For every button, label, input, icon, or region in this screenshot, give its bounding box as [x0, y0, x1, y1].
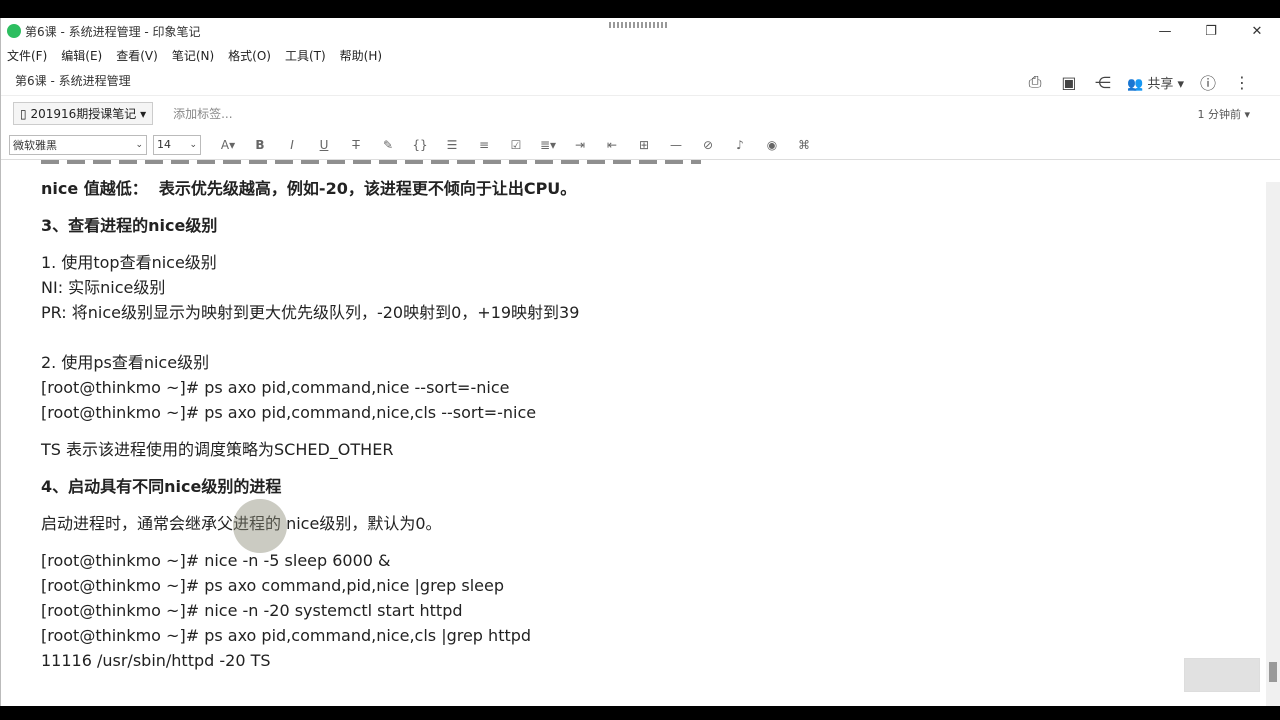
chevron-down-icon: ▾	[1177, 76, 1184, 92]
font-family-value: 微软雅黑	[13, 138, 57, 152]
evernote-logo-icon	[7, 24, 21, 38]
note-body[interactable]: nice 值越低： 表示优先级越高，例如-20，该进程更不倾向于让出CPU。 3…	[1, 160, 1280, 700]
modified-label: 1 分钟前	[1197, 108, 1241, 121]
command-line: [root@thinkmo ~]# ps axo pid,command,nic…	[41, 378, 510, 397]
font-size-select[interactable]: 14 ⌄	[153, 134, 201, 155]
command-line: [root@thinkmo ~]# ps axo command,pid,nic…	[41, 576, 505, 595]
share-label: 共享	[1147, 76, 1174, 92]
chevron-down-icon: ⌄	[135, 139, 143, 150]
share-button[interactable]: 👥 共享 ▾	[1127, 73, 1184, 92]
code-icon[interactable]: {}	[409, 138, 431, 152]
link-icon[interactable]: ⌘	[793, 138, 815, 152]
table-icon[interactable]: ⊞	[633, 138, 655, 152]
tag-bar: ▯ 201916期授课笔记 ▾ 添加标签... 1 分钟前 ▾	[1, 96, 1280, 130]
attachment-icon[interactable]: ⊘	[697, 138, 719, 152]
watermark	[1184, 658, 1260, 692]
info-icon[interactable]: ⓘ	[1198, 70, 1218, 94]
text-line: NI: 实际nice级别	[41, 278, 166, 297]
people-icon: 👥	[1126, 76, 1144, 92]
bold-icon[interactable]: B	[249, 138, 271, 152]
notebook-label: 201916期授课笔记	[30, 106, 137, 121]
divider-icon[interactable]: —	[665, 138, 687, 152]
title-bar: 第6课 - 系统进程管理 - 印象笔记 — ❐ ✕	[1, 18, 1280, 44]
heading-4: 4、启动具有不同nice级别的进程	[41, 477, 282, 496]
add-tag-input[interactable]: 添加标签...	[173, 105, 232, 122]
share-link-icon[interactable]: ⋲	[1093, 73, 1113, 92]
modified-time[interactable]: 1 分钟前 ▾	[1197, 106, 1250, 122]
heading-3: 3、查看进程的nice级别	[41, 216, 218, 235]
menu-view[interactable]: 查看(V)	[116, 47, 158, 64]
present-icon[interactable]: ▣	[1059, 73, 1079, 92]
note-title[interactable]: 第6课 - 系统进程管理	[15, 72, 131, 89]
more-icon[interactable]: ⋮	[1232, 73, 1252, 92]
checkbox-icon[interactable]: ☑	[505, 138, 527, 152]
menu-edit[interactable]: 编辑(E)	[61, 47, 102, 64]
text-color-icon[interactable]: A▾	[217, 138, 239, 152]
command-line: [root@thinkmo ~]# ps axo pid,command,nic…	[41, 403, 537, 422]
notebook-selector[interactable]: ▯ 201916期授课笔记 ▾	[13, 101, 154, 125]
menu-file[interactable]: 文件(F)	[7, 47, 47, 64]
text-line: 2. 使用ps查看nice级别	[41, 353, 210, 372]
menu-format[interactable]: 格式(O)	[228, 47, 271, 64]
text-line: PR: 将nice级别显示为映射到更大优先级队列，-20映射到0，+19映射到3…	[41, 303, 580, 322]
font-family-select[interactable]: 微软雅黑 ⌄	[9, 134, 147, 155]
output-line: 11116 /usr/sbin/httpd -20 TS	[41, 651, 271, 670]
indent-icon[interactable]: ⇥	[569, 138, 591, 152]
highlight-icon[interactable]: ✎	[377, 138, 399, 152]
text-line: nice 值越低： 表示优先级越高，例如-20，该进程更不倾向于让出CPU。	[41, 179, 577, 198]
evernote-window: 第6课 - 系统进程管理 - 印象笔记 — ❐ ✕ 文件(F) 编辑(E) 查看…	[0, 18, 1280, 706]
chevron-down-icon: ⌄	[189, 139, 197, 150]
vertical-scrollbar[interactable]	[1266, 182, 1280, 706]
notebook-icon: ▯	[20, 106, 27, 121]
print-icon[interactable]: ⎙	[1025, 72, 1045, 92]
mic-icon[interactable]: ◉	[761, 138, 783, 152]
scroll-thumb[interactable]	[1269, 662, 1277, 682]
numbered-list-icon[interactable]: ≡	[473, 138, 495, 152]
maximize-button[interactable]: ❐	[1188, 18, 1234, 44]
window-title: 第6课 - 系统进程管理 - 印象笔记	[25, 24, 201, 39]
underline-icon[interactable]: U	[313, 138, 335, 152]
cut-off-line	[41, 160, 701, 164]
command-line: [root@thinkmo ~]# ps axo pid,command,nic…	[41, 626, 532, 645]
text-line: TS 表示该进程使用的调度策略为SCHED_OTHER	[41, 440, 394, 459]
font-size-value: 14	[157, 138, 171, 151]
audio-icon[interactable]: ♪	[729, 138, 751, 152]
strikethrough-icon[interactable]: T	[345, 138, 367, 152]
command-line: [root@thinkmo ~]# nice -n -5 sleep 6000 …	[41, 551, 391, 570]
close-button[interactable]: ✕	[1234, 18, 1280, 44]
menu-bar: 文件(F) 编辑(E) 查看(V) 笔记(N) 格式(O) 工具(T) 帮助(H…	[1, 44, 1280, 66]
menu-note[interactable]: 笔记(N)	[172, 47, 214, 64]
mouse-cursor-highlight	[233, 499, 287, 553]
align-icon[interactable]: ≣▾	[537, 138, 559, 152]
command-line: [root@thinkmo ~]# nice -n -20 systemctl …	[41, 601, 463, 620]
drag-grip[interactable]	[609, 22, 667, 28]
text-line: 1. 使用top查看nice级别	[41, 253, 217, 272]
note-header: 第6课 - 系统进程管理 ⎙ ▣ ⋲ 👥 共享 ▾ ⓘ ⋮	[1, 66, 1280, 96]
italic-icon[interactable]: I	[281, 138, 303, 152]
format-toolbar: 微软雅黑 ⌄ 14 ⌄ A▾ B I U T ✎ {} ☰ ≡ ☑ ≣▾ ⇥ ⇤ ⊞…	[1, 130, 1280, 160]
minimize-button[interactable]: —	[1142, 18, 1188, 44]
text-line: 启动进程时，通常会继承父进程的 nice级别，默认为0。	[41, 514, 442, 533]
outdent-icon[interactable]: ⇤	[601, 138, 623, 152]
bullet-list-icon[interactable]: ☰	[441, 138, 463, 152]
menu-tools[interactable]: 工具(T)	[285, 47, 326, 64]
menu-help[interactable]: 帮助(H)	[340, 47, 382, 64]
